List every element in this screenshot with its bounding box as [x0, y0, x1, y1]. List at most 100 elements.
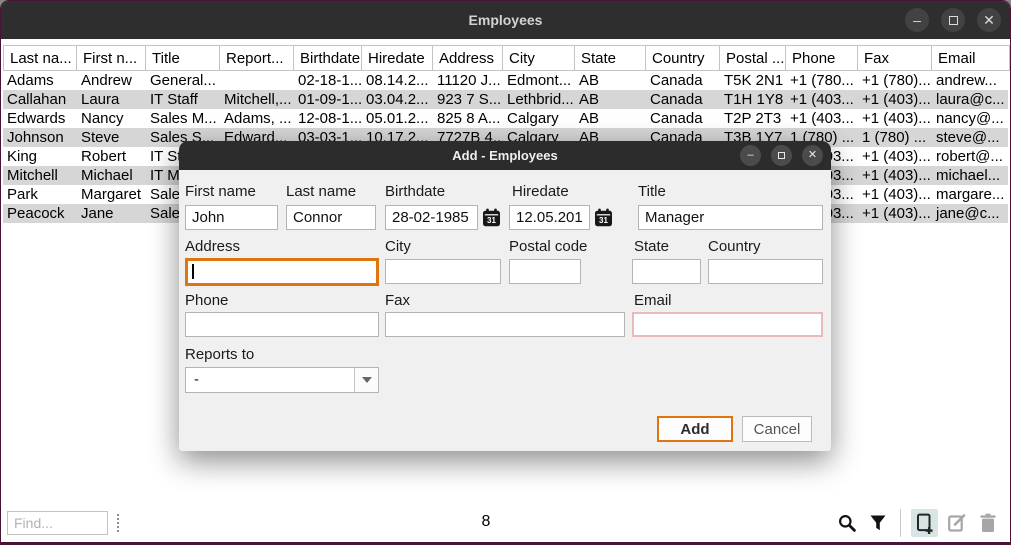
table-cell[interactable]: +1 (780)...	[858, 71, 932, 90]
maximize-button[interactable]	[941, 8, 965, 32]
edit-record-button[interactable]	[945, 510, 969, 536]
column-header-1[interactable]: First n...	[77, 45, 146, 71]
table-cell[interactable]: michael...	[932, 166, 1010, 185]
table-row[interactable]: EdwardsNancySales M...Adams, ...12-08-1.…	[3, 109, 1008, 128]
table-row[interactable]: AdamsAndrewGeneral...02-18-1...08.14.2..…	[3, 71, 1008, 90]
filter-button[interactable]	[866, 510, 890, 536]
table-cell[interactable]: Margaret	[77, 185, 146, 204]
table-cell[interactable]: jane@c...	[932, 204, 1010, 223]
address-field[interactable]	[185, 258, 379, 286]
table-cell[interactable]: 01-09-1...	[294, 90, 362, 109]
column-header-11[interactable]: Phone	[786, 45, 858, 71]
minimize-button[interactable]: –	[905, 8, 929, 32]
table-cell[interactable]: Andrew	[77, 71, 146, 90]
table-cell[interactable]: 12-08-1...	[294, 109, 362, 128]
table-cell[interactable]: Edwards	[3, 109, 77, 128]
table-cell[interactable]: andrew...	[932, 71, 1010, 90]
table-cell[interactable]: +1 (403)...	[858, 204, 932, 223]
table-cell[interactable]: Nancy	[77, 109, 146, 128]
table-cell[interactable]: 02-18-1...	[294, 71, 362, 90]
table-cell[interactable]: +1 (403)...	[858, 147, 932, 166]
table-cell[interactable]: Canada	[646, 109, 720, 128]
table-cell[interactable]: Jane	[77, 204, 146, 223]
state-field[interactable]	[632, 259, 701, 284]
table-cell[interactable]: 08.14.2...	[362, 71, 433, 90]
table-cell[interactable]: AB	[575, 71, 646, 90]
table-cell[interactable]: steve@...	[932, 128, 1010, 147]
birthdate-field[interactable]	[385, 205, 478, 230]
table-cell[interactable]: 1 (780) ...	[858, 128, 932, 147]
table-row[interactable]: CallahanLauraIT StaffMitchell,...01-09-1…	[3, 90, 1008, 109]
delete-record-button[interactable]	[976, 510, 1000, 536]
table-cell[interactable]: 05.01.2...	[362, 109, 433, 128]
column-header-10[interactable]: Postal ...	[720, 45, 786, 71]
column-header-13[interactable]: Email	[932, 45, 1010, 71]
dropdown-arrow-area[interactable]	[354, 368, 378, 392]
table-cell[interactable]: Peacock	[3, 204, 77, 223]
find-input[interactable]	[7, 511, 108, 535]
table-cell[interactable]: +1 (403)...	[858, 185, 932, 204]
email-field[interactable]	[632, 312, 823, 337]
table-cell[interactable]: 825 8 A...	[433, 109, 503, 128]
table-cell[interactable]: 923 7 S...	[433, 90, 503, 109]
add-button[interactable]: Add	[657, 416, 733, 442]
table-cell[interactable]: AB	[575, 109, 646, 128]
last-name-field[interactable]	[286, 205, 376, 230]
postal-code-field[interactable]	[509, 259, 581, 284]
table-cell[interactable]: AB	[575, 90, 646, 109]
table-cell[interactable]: Calgary	[503, 109, 575, 128]
table-cell[interactable]: robert@...	[932, 147, 1010, 166]
table-cell[interactable]: +1 (403)...	[858, 109, 932, 128]
table-cell[interactable]: +1 (780...	[786, 71, 858, 90]
table-cell[interactable]: 03.04.2...	[362, 90, 433, 109]
table-cell[interactable]: Callahan	[3, 90, 77, 109]
table-cell[interactable]: Edmont...	[503, 71, 575, 90]
column-header-6[interactable]: Address	[433, 45, 503, 71]
column-header-8[interactable]: State	[575, 45, 646, 71]
column-header-12[interactable]: Fax	[858, 45, 932, 71]
column-header-3[interactable]: Report...	[220, 45, 294, 71]
dialog-close-button[interactable]: ✕	[802, 145, 823, 166]
search-button[interactable]	[835, 510, 859, 536]
table-cell[interactable]: +1 (403)...	[858, 90, 932, 109]
column-header-7[interactable]: City	[503, 45, 575, 71]
table-cell[interactable]: King	[3, 147, 77, 166]
first-name-field[interactable]	[185, 205, 278, 230]
title-field[interactable]	[638, 205, 823, 230]
table-cell[interactable]: Robert	[77, 147, 146, 166]
hiredate-calendar-button[interactable]: 31	[594, 208, 613, 227]
city-field[interactable]	[385, 259, 501, 284]
table-cell[interactable]: +1 (403...	[786, 109, 858, 128]
table-cell[interactable]: +1 (403...	[786, 90, 858, 109]
column-header-9[interactable]: Country	[646, 45, 720, 71]
table-cell[interactable]: Park	[3, 185, 77, 204]
table-cell[interactable]: IT Staff	[146, 90, 220, 109]
table-cell[interactable]: T2P 2T3	[720, 109, 786, 128]
table-cell[interactable]: Johnson	[3, 128, 77, 147]
table-cell[interactable]: Michael	[77, 166, 146, 185]
table-cell[interactable]: Mitchell	[3, 166, 77, 185]
table-cell[interactable]: Canada	[646, 90, 720, 109]
close-button[interactable]: ✕	[977, 8, 1001, 32]
column-header-4[interactable]: Birthdate	[294, 45, 362, 71]
dialog-maximize-button[interactable]	[771, 145, 792, 166]
table-cell[interactable]: T1H 1Y8	[720, 90, 786, 109]
phone-field[interactable]	[185, 312, 379, 337]
birthdate-calendar-button[interactable]: 31	[482, 208, 501, 227]
table-cell[interactable]: Mitchell,...	[220, 90, 294, 109]
hiredate-field[interactable]	[509, 205, 590, 230]
table-cell[interactable]: Adams, ...	[220, 109, 294, 128]
table-cell[interactable]: laura@c...	[932, 90, 1010, 109]
reports-to-dropdown[interactable]: -	[185, 367, 379, 393]
table-cell[interactable]	[220, 71, 294, 90]
table-cell[interactable]: Adams	[3, 71, 77, 90]
table-cell[interactable]: Lethbrid...	[503, 90, 575, 109]
dialog-minimize-button[interactable]: –	[740, 145, 761, 166]
table-cell[interactable]: Canada	[646, 71, 720, 90]
table-cell[interactable]: +1 (403)...	[858, 166, 932, 185]
add-record-button[interactable]	[911, 509, 938, 537]
column-header-2[interactable]: Title	[146, 45, 220, 71]
table-cell[interactable]: margare...	[932, 185, 1010, 204]
table-cell[interactable]: 11120 J...	[433, 71, 503, 90]
table-cell[interactable]: T5K 2N1	[720, 71, 786, 90]
